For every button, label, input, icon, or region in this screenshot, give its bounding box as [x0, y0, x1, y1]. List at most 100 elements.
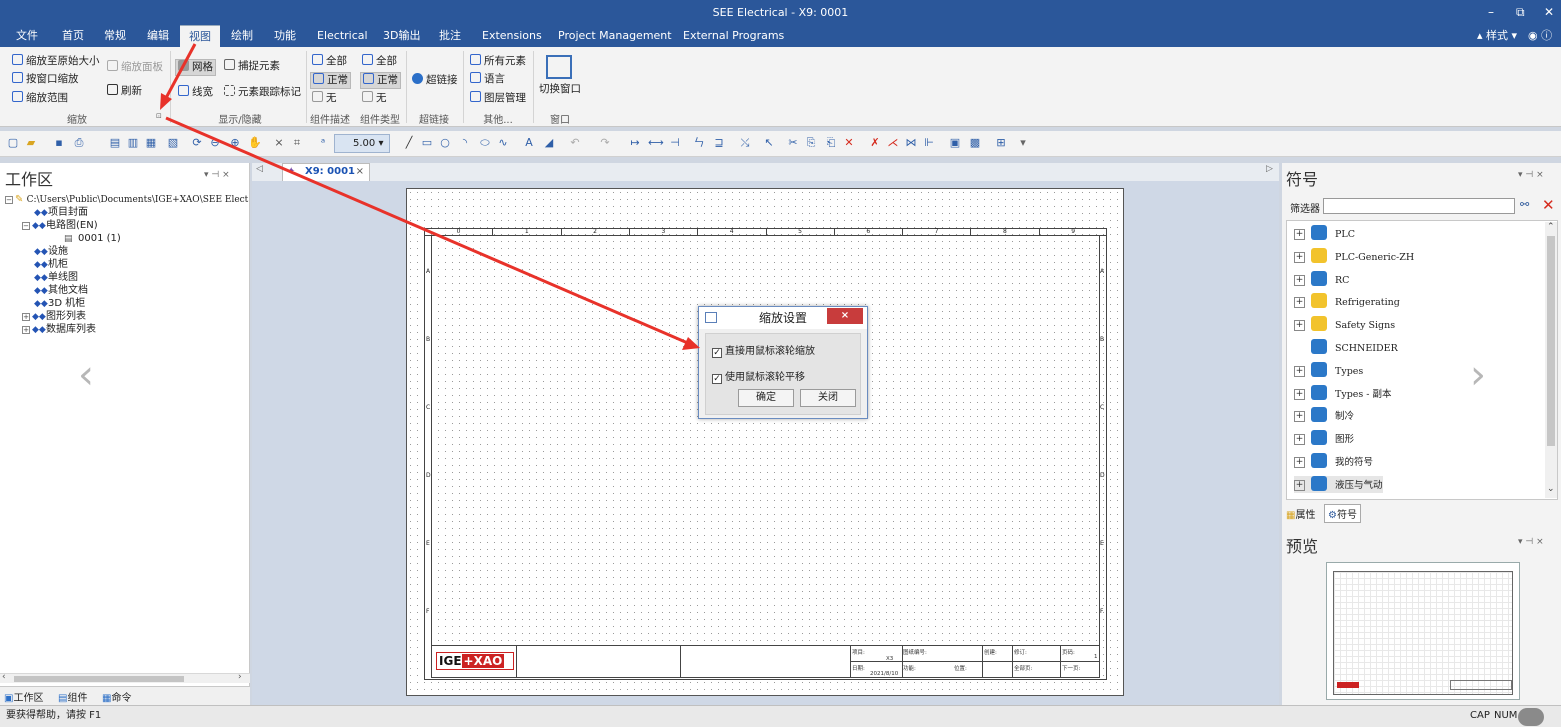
refresh-button[interactable]: 刷新: [107, 84, 142, 99]
menu-extensions[interactable]: Extensions: [482, 25, 542, 47]
symbol-folder[interactable]: + PLC: [1294, 225, 1355, 242]
page-icon[interactable]: ▤: [108, 136, 122, 150]
expand-toggle-icon[interactable]: +: [22, 313, 30, 321]
rectangle-icon[interactable]: ▭: [420, 136, 434, 150]
tab-properties[interactable]: ▦属性: [1286, 506, 1315, 521]
menu-draw[interactable]: 绘制: [231, 25, 253, 47]
tree-item[interactable]: + ◆◆图形列表: [22, 311, 86, 323]
expand-toggle-icon[interactable]: −: [22, 222, 30, 230]
window-zoom-button[interactable]: 按窗口缩放: [12, 72, 79, 87]
symbol-folder[interactable]: + 我的符号: [1294, 453, 1373, 470]
symbol-folder[interactable]: + 液压与气动: [1294, 475, 1383, 493]
zoom-overlay-icon[interactable]: [1518, 708, 1544, 726]
minimize-button[interactable]: –: [1488, 0, 1494, 25]
prev-chevron-icon[interactable]: ‹: [78, 352, 94, 398]
dim-icon[interactable]: ⟷: [648, 136, 664, 150]
refresh-icon[interactable]: ⟳: [190, 136, 204, 150]
symbol-folder[interactable]: + 图形: [1294, 430, 1354, 447]
align-icon[interactable]: ⊩: [922, 136, 936, 150]
settings-icon[interactable]: ◉ ⓘ: [1528, 25, 1552, 47]
tab-components[interactable]: ▤组件: [58, 689, 87, 704]
restore-button[interactable]: ⧉: [1516, 0, 1525, 25]
paste-icon[interactable]: ⎗: [824, 136, 838, 150]
expand-toggle-icon[interactable]: +: [22, 326, 30, 334]
clear-filter-icon[interactable]: ✕: [1542, 196, 1555, 214]
cut-icon[interactable]: ✂: [786, 136, 800, 150]
menu-3d-output[interactable]: 3D输出: [383, 25, 420, 47]
new-file-icon[interactable]: ▢: [6, 136, 20, 150]
menu-view[interactable]: 视图: [180, 25, 220, 47]
expand-toggle-icon[interactable]: +: [1294, 388, 1305, 400]
comp-type-all[interactable]: 全部: [362, 54, 397, 69]
expand-toggle-icon[interactable]: +: [1294, 434, 1305, 446]
menu-function[interactable]: 功能: [274, 25, 296, 47]
tree-root[interactable]: − ✎ C:\Users\Public\Documents\IGE+XAO\SEE…: [5, 194, 248, 206]
horizontal-scrollbar[interactable]: ‹ ›: [0, 672, 250, 683]
symbol-folder[interactable]: + Types: [1294, 361, 1363, 379]
erase-icon[interactable]: ✗: [868, 136, 882, 150]
ok-button[interactable]: 确定: [738, 389, 794, 407]
trace-mark-toggle[interactable]: 元素跟踪标记: [224, 85, 301, 100]
expand-toggle-icon[interactable]: +: [1294, 274, 1305, 286]
select-icon[interactable]: ↖: [762, 136, 776, 150]
zoom-out-icon[interactable]: ⊖: [208, 136, 222, 150]
menu-annotate[interactable]: 批注: [439, 25, 461, 47]
dim-angle-icon[interactable]: ㄣ: [692, 136, 706, 150]
trim-icon[interactable]: ⋌: [886, 136, 900, 150]
expand-toggle-icon[interactable]: +: [1294, 457, 1305, 468]
toolbar-overflow-icon[interactable]: ▾: [1016, 136, 1030, 150]
circle-icon[interactable]: ○: [438, 136, 452, 150]
curve-icon[interactable]: ∿: [496, 136, 510, 150]
image-icon[interactable]: ▣: [948, 136, 962, 150]
hyperlink-button[interactable]: 超链接: [412, 73, 458, 88]
symbol-folder[interactable]: + Types - 副本: [1294, 384, 1392, 402]
tree-item[interactable]: + ◆◆数据库列表: [22, 324, 96, 336]
layer-management-button[interactable]: 图层管理: [470, 91, 526, 106]
panel-controls[interactable]: ▾ ⊣ ×: [204, 170, 230, 180]
expand-toggle-icon[interactable]: +: [1294, 320, 1305, 332]
expand-toggle-icon[interactable]: +: [1294, 251, 1305, 263]
zoom-panel-button[interactable]: 缩放面板: [107, 60, 163, 75]
dim-box-icon[interactable]: ⊒: [712, 136, 726, 150]
symbol-folder[interactable]: + Refrigerating: [1294, 293, 1400, 310]
comp-type-none[interactable]: 无: [362, 91, 387, 106]
expand-toggle-icon[interactable]: +: [1294, 479, 1305, 491]
tree-item[interactable]: ◆◆机柜: [22, 259, 68, 271]
tree-item[interactable]: ▤ 0001 (1): [52, 233, 121, 245]
ellipse-icon[interactable]: ⬭: [478, 136, 492, 150]
expand-toggle-icon[interactable]: +: [1294, 411, 1305, 423]
dialog-close-button[interactable]: ×: [827, 308, 863, 324]
preview-panel-controls[interactable]: ▾ ⊣ ×: [1518, 537, 1544, 547]
undo-icon[interactable]: ↶: [568, 136, 582, 150]
language-button[interactable]: 语言: [470, 72, 505, 87]
symbol-scrollbar[interactable]: ⌃ ⌄: [1545, 222, 1557, 498]
text-style-icon[interactable]: ᵃ: [316, 136, 330, 150]
expand-toggle-icon[interactable]: +: [1294, 297, 1305, 309]
comp-type-normal[interactable]: 正常: [360, 72, 401, 89]
grid-toggle[interactable]: 网格: [175, 59, 216, 76]
expand-toggle-icon[interactable]: +: [1294, 229, 1305, 240]
mirror-icon[interactable]: ⋈: [904, 136, 918, 150]
open-folder-icon[interactable]: ▰: [24, 136, 38, 150]
menu-external-programs[interactable]: External Programs: [683, 25, 784, 47]
menu-edit[interactable]: 编辑: [147, 25, 169, 47]
dialog-launcher-icon[interactable]: ⊡: [156, 112, 162, 120]
table-icon[interactable]: ▩: [968, 136, 982, 150]
symbol-folder[interactable]: + Safety Signs: [1294, 316, 1395, 333]
zoom-original-button[interactable]: 缩放至原始大小: [12, 54, 100, 69]
dim-vertical-icon[interactable]: ⊣: [668, 136, 682, 150]
tree-item[interactable]: − ◆◆电路图(EN): [22, 220, 98, 232]
trace-icon[interactable]: ⌗: [290, 136, 304, 150]
dim-horizontal-icon[interactable]: ↦: [628, 136, 642, 150]
tab-symbols[interactable]: ⚙符号: [1324, 504, 1361, 523]
binoculars-icon[interactable]: ⚯: [1520, 198, 1536, 214]
tree-item[interactable]: ◆◆单线图: [22, 272, 78, 284]
page-copy-icon[interactable]: ▦: [144, 136, 158, 150]
menu-electrical[interactable]: Electrical: [317, 25, 368, 47]
style-dropdown[interactable]: ▴ 样式 ▾: [1477, 25, 1517, 47]
tree-item[interactable]: ◆◆3D 机柜: [22, 298, 85, 310]
snap-icon[interactable]: ⨯: [272, 136, 286, 150]
expand-toggle-icon[interactable]: [1294, 339, 1305, 350]
pan-hand-icon[interactable]: ✋: [248, 136, 262, 150]
tree-item[interactable]: ◆◆设施: [22, 246, 68, 258]
